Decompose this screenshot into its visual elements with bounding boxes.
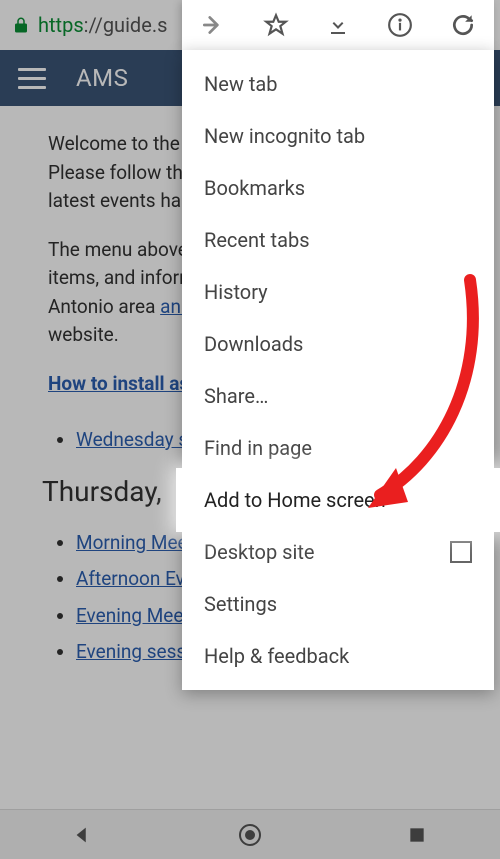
menu-item-recent-tabs[interactable]: Recent tabs <box>182 214 494 266</box>
menu-item-downloads[interactable]: Downloads <box>182 318 494 370</box>
refresh-icon[interactable] <box>435 1 491 49</box>
menu-item-history[interactable]: History <box>182 266 494 318</box>
menu-toolbar-row <box>182 0 494 50</box>
menu-item-find-in-page[interactable]: Find in page <box>182 422 494 474</box>
menu-item-add-to-home[interactable]: Add to Home screen <box>182 474 494 526</box>
menu-icon[interactable] <box>12 58 52 98</box>
menu-item-bookmarks[interactable]: Bookmarks <box>182 162 494 214</box>
checkbox-icon[interactable] <box>450 541 472 563</box>
forward-icon[interactable] <box>185 1 241 49</box>
menu-item-desktop-site[interactable]: Desktop site <box>182 526 494 578</box>
home-icon[interactable] <box>220 815 280 855</box>
lock-icon <box>12 16 30 34</box>
system-nav-bar <box>0 809 500 859</box>
download-icon[interactable] <box>310 1 366 49</box>
back-icon[interactable] <box>53 815 113 855</box>
app-title: AMS <box>76 64 128 92</box>
address-text: https://guide.s <box>38 13 167 37</box>
screenshot-frame: https://guide.s AMS Welcome to the Annua… <box>0 0 500 859</box>
menu-item-incognito[interactable]: New incognito tab <box>182 110 494 162</box>
menu-item-help[interactable]: Help & feedback <box>182 630 494 682</box>
menu-item-new-tab[interactable]: New tab <box>182 58 494 110</box>
menu-item-settings[interactable]: Settings <box>182 578 494 630</box>
menu-item-share[interactable]: Share… <box>182 370 494 422</box>
recents-icon[interactable] <box>387 815 447 855</box>
star-icon[interactable] <box>248 1 304 49</box>
info-icon[interactable] <box>372 1 428 49</box>
overflow-menu: New tab New incognito tab Bookmarks Rece… <box>182 50 494 690</box>
